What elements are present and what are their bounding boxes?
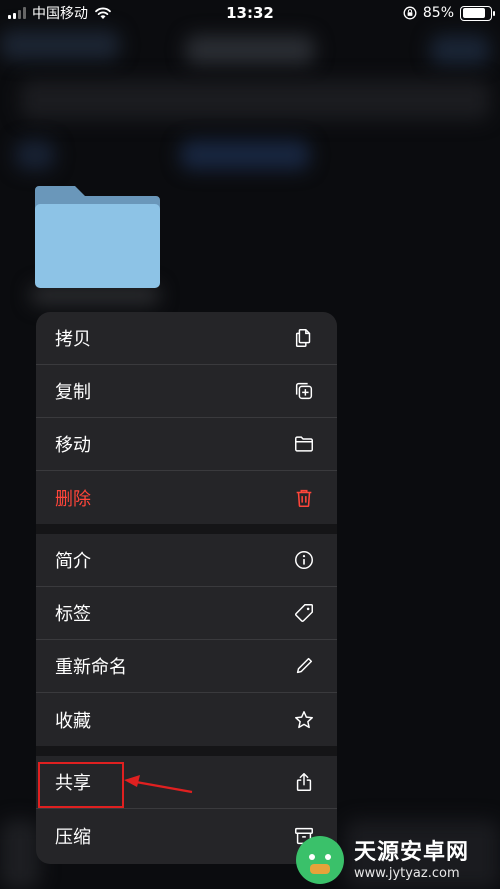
battery-level-fill — [462, 8, 486, 18]
blurred-toolbar-center — [180, 140, 310, 170]
copy-icon — [292, 326, 316, 350]
watermark-url: www.jytyaz.com — [354, 866, 460, 881]
folder-icon-large — [35, 186, 160, 288]
menu-item-label: 移动 — [55, 435, 91, 456]
blurred-nav-title — [185, 35, 315, 65]
orientation-lock-icon — [403, 6, 417, 20]
tag-icon — [292, 601, 316, 625]
menu-item-label: 拷贝 — [55, 329, 91, 350]
menu-item-label: 压缩 — [55, 826, 91, 848]
watermark: 天源安卓网 www.jytyaz.com — [292, 826, 500, 889]
menu-item-label: 标签 — [55, 604, 91, 625]
menu-item-label: 删除 — [55, 488, 91, 510]
menu-item-star[interactable]: 收藏 — [36, 693, 337, 746]
annotation-highlight-box — [38, 762, 124, 808]
pencil-icon — [292, 654, 316, 678]
annotation-arrow — [124, 775, 193, 794]
blurred-tabbar-left — [0, 820, 40, 889]
menu-item-folder[interactable]: 移动 — [36, 418, 337, 471]
wifi-icon — [95, 7, 111, 19]
duplicate-icon — [292, 379, 316, 403]
menu-item-info[interactable]: 简介 — [36, 534, 337, 587]
carrier-name: 中国移动 — [32, 6, 88, 22]
menu-group-separator — [36, 746, 337, 756]
cellular-signal-icon — [8, 7, 26, 19]
menu-item-label: 复制 — [55, 382, 91, 403]
blurred-search-bar — [20, 80, 490, 120]
menu-item-label: 收藏 — [55, 710, 91, 732]
menu-item-trash[interactable]: 删除 — [36, 471, 337, 524]
menu-item-tag[interactable]: 标签 — [36, 587, 337, 640]
battery-icon — [460, 5, 495, 21]
share-icon — [292, 770, 316, 794]
star-icon — [292, 708, 316, 732]
watermark-logo-icon — [296, 835, 344, 884]
menu-item-pencil[interactable]: 重新命名 — [36, 640, 337, 693]
menu-group-separator — [36, 524, 337, 534]
blurred-folder-label — [30, 285, 160, 305]
menu-item-label: 简介 — [55, 551, 91, 572]
blurred-nav-action — [430, 35, 490, 65]
blurred-toolbar-left — [15, 140, 55, 170]
menu-item-copy[interactable]: 拷贝 — [36, 312, 337, 365]
trash-icon — [292, 486, 316, 510]
folder-icon — [292, 432, 316, 456]
battery-percentage: 85% — [422, 5, 454, 21]
watermark-site-name: 天源安卓网 — [354, 840, 470, 865]
blurred-nav-back — [0, 30, 120, 60]
menu-item-duplicate[interactable]: 复制 — [36, 365, 337, 418]
status-bar: 中国移动 13:32 85% — [0, 0, 500, 26]
menu-item-label: 重新命名 — [55, 657, 127, 678]
info-icon — [292, 548, 316, 572]
